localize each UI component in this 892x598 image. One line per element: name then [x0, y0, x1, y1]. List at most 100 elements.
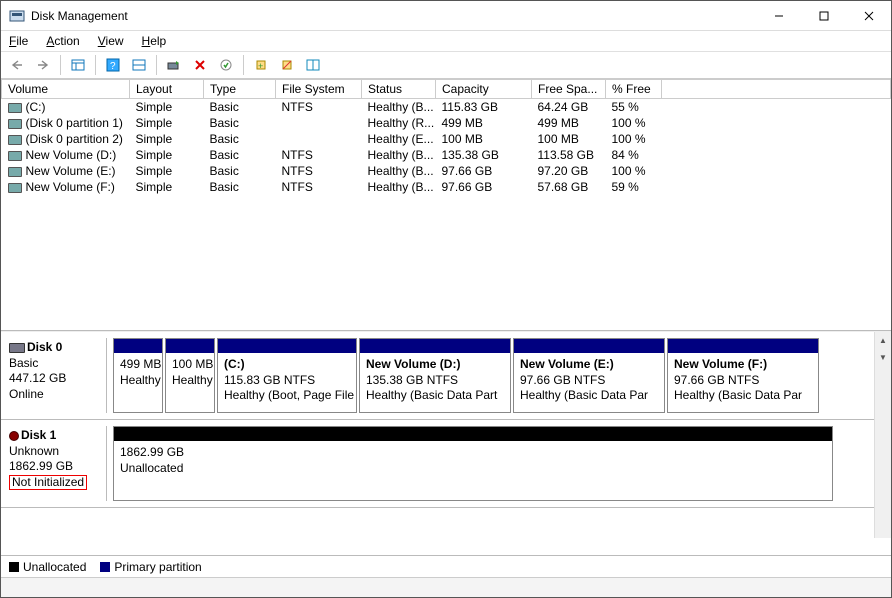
col-type: Type	[204, 80, 276, 99]
disk-info[interactable]: Disk 1Unknown1862.99 GBNot Initialized	[5, 426, 107, 501]
disk-info[interactable]: Disk 0Basic447.12 GBOnline	[5, 338, 107, 413]
partition-size: 97.66 GB NTFS	[520, 373, 658, 389]
cell-fs: NTFS	[276, 179, 362, 195]
disk-management-window: Disk Management File Action View Help ? …	[0, 0, 892, 598]
partition[interactable]: 499 MBHealthy (Re	[113, 338, 163, 413]
partition[interactable]: (C:)115.83 GB NTFSHealthy (Boot, Page Fi…	[217, 338, 357, 413]
cell-fs	[276, 131, 362, 147]
table-row[interactable]: (Disk 0 partition 1)SimpleBasicHealthy (…	[2, 115, 891, 131]
menu-help[interactable]: Help	[142, 34, 167, 48]
cell-pct: 55 %	[606, 99, 662, 116]
cell-type: Basic	[204, 163, 276, 179]
window-title: Disk Management	[31, 9, 128, 23]
volume-list-pane[interactable]: Volume Layout Type File System Status Ca…	[1, 79, 891, 331]
cell-capacity: 97.66 GB	[436, 163, 532, 179]
menu-action[interactable]: Action	[46, 34, 79, 48]
table-row[interactable]: New Volume (E:)SimpleBasicNTFSHealthy (B…	[2, 163, 891, 179]
cell-free: 100 MB	[532, 131, 606, 147]
partition[interactable]: New Volume (F:)97.66 GB NTFSHealthy (Bas…	[667, 338, 819, 413]
volume-name: (Disk 0 partition 2)	[26, 132, 123, 146]
partition[interactable]: 1862.99 GBUnallocated	[113, 426, 833, 501]
volume-name: (Disk 0 partition 1)	[26, 116, 123, 130]
cell-status: Healthy (B...	[362, 147, 436, 163]
disk-row[interactable]: Disk 1Unknown1862.99 GBNot Initialized18…	[1, 420, 891, 508]
partition-bar	[360, 339, 510, 353]
cell-pct: 84 %	[606, 147, 662, 163]
cell-free: 113.58 GB	[532, 147, 606, 163]
table-row[interactable]: New Volume (F:)SimpleBasicNTFSHealthy (B…	[2, 179, 891, 195]
cell-layout: Simple	[130, 179, 204, 195]
cell-layout: Simple	[130, 131, 204, 147]
cell-capacity: 100 MB	[436, 131, 532, 147]
back-button[interactable]	[5, 54, 29, 76]
cell-free: 57.68 GB	[532, 179, 606, 195]
col-freespace: Free Spa...	[532, 80, 606, 99]
close-button[interactable]	[846, 1, 891, 30]
partition[interactable]: 100 MBHealthy	[165, 338, 215, 413]
col-filesystem: File System	[276, 80, 362, 99]
cell-fs: NTFS	[276, 147, 362, 163]
col-pctfree: % Free	[606, 80, 662, 99]
col-volume: Volume	[2, 80, 130, 99]
cell-fs: NTFS	[276, 99, 362, 116]
table-row[interactable]: (Disk 0 partition 2) SimpleBasic Healthy (…	[2, 131, 891, 147]
cell-layout: Simple	[130, 147, 204, 163]
help-button[interactable]: ?	[101, 54, 125, 76]
statusbar	[1, 577, 891, 597]
forward-button[interactable]	[31, 54, 55, 76]
menu-file[interactable]: File	[9, 34, 28, 48]
cell-layout: Simple	[130, 115, 204, 131]
cell-status: Healthy (E...	[362, 131, 436, 147]
col-layout: Layout	[130, 80, 204, 99]
cell-status: Healthy (B...	[362, 179, 436, 195]
delete-button[interactable]	[188, 54, 212, 76]
view-settings-button[interactable]	[127, 54, 151, 76]
partition-name: New Volume (E:)	[520, 357, 658, 373]
app-icon	[9, 8, 25, 24]
action-2-button[interactable]	[275, 54, 299, 76]
partition[interactable]: New Volume (D:)135.38 GB NTFSHealthy (Ba…	[359, 338, 511, 413]
cell-type: Basic	[204, 131, 276, 147]
partition-container: 1862.99 GBUnallocated	[107, 426, 887, 501]
partition-bar	[218, 339, 356, 353]
table-row[interactable]: (C:)SimpleBasicNTFSHealthy (B...115.83 G…	[2, 99, 891, 116]
partition-bar	[514, 339, 664, 353]
disk-size: 1862.99 GB	[9, 459, 102, 475]
cell-type: Basic	[204, 99, 276, 116]
partition-container: 499 MBHealthy (Re100 MBHealthy(C:)115.83…	[107, 338, 887, 413]
partition-bar	[166, 339, 214, 353]
col-capacity: Capacity	[436, 80, 532, 99]
svg-text:?: ?	[110, 61, 116, 72]
maximize-button[interactable]	[801, 1, 846, 30]
partition-status: Healthy (Basic Data Par	[674, 388, 812, 404]
refresh-button[interactable]	[162, 54, 186, 76]
volume-name: (C:)	[26, 100, 46, 114]
menu-view[interactable]: View	[98, 34, 124, 48]
disk-row[interactable]: Disk 0Basic447.12 GBOnline499 MBHealthy …	[1, 332, 891, 420]
properties-button[interactable]	[214, 54, 238, 76]
partition[interactable]: New Volume (E:)97.66 GB NTFSHealthy (Bas…	[513, 338, 665, 413]
volume-name: New Volume (F:)	[26, 180, 115, 194]
titlebar[interactable]: Disk Management	[1, 1, 891, 31]
action-3-button[interactable]	[301, 54, 325, 76]
volume-icon	[8, 183, 22, 193]
disk-state: Online	[9, 387, 102, 403]
vertical-scrollbar[interactable]: ▲ ▼	[874, 332, 891, 538]
partition-size: 97.66 GB NTFS	[674, 373, 812, 389]
action-1-button[interactable]: +	[249, 54, 273, 76]
table-row[interactable]: New Volume (D:)SimpleBasicNTFSHealthy (B…	[2, 147, 891, 163]
table-header-row[interactable]: Volume Layout Type File System Status Ca…	[2, 80, 891, 99]
show-hide-console-button[interactable]	[66, 54, 90, 76]
partition-bar	[114, 339, 162, 353]
partition-size: 115.83 GB NTFS	[224, 373, 350, 389]
graphical-view-pane[interactable]: Disk 0Basic447.12 GBOnline499 MBHealthy …	[1, 331, 891, 555]
partition-bar	[114, 427, 832, 441]
scroll-down-icon[interactable]: ▼	[875, 349, 891, 366]
disk-error-icon	[9, 431, 19, 441]
partition-status: Unallocated	[120, 461, 826, 477]
cell-free: 97.20 GB	[532, 163, 606, 179]
scroll-up-icon[interactable]: ▲	[875, 332, 891, 349]
minimize-button[interactable]	[756, 1, 801, 30]
legend-primary: Primary partition	[100, 560, 201, 574]
cell-capacity: 499 MB	[436, 115, 532, 131]
